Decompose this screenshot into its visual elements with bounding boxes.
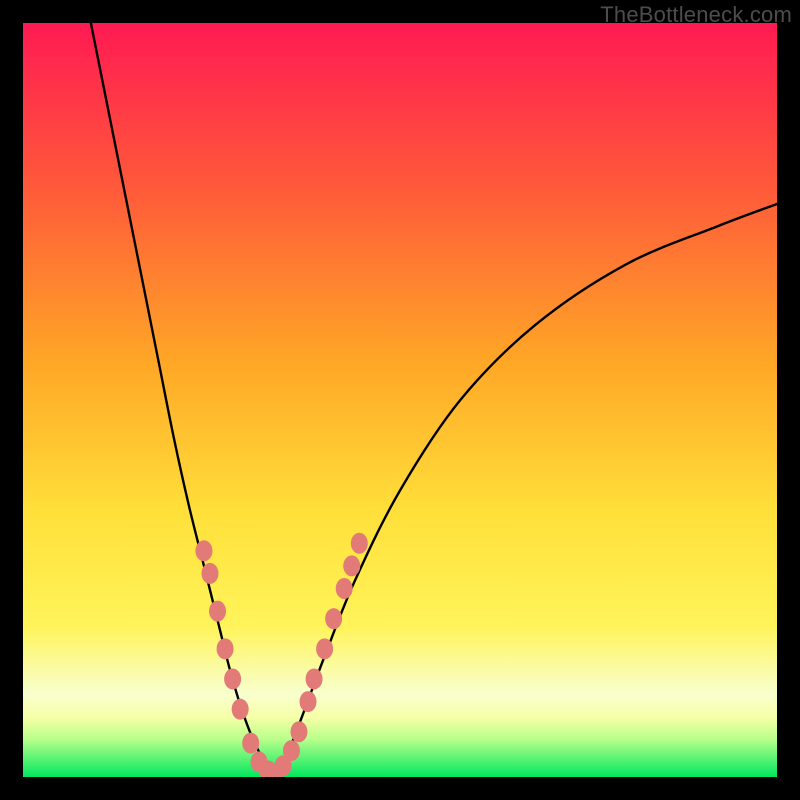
chart-svg bbox=[23, 23, 777, 777]
marker-point bbox=[209, 601, 226, 622]
marker-point bbox=[242, 733, 259, 754]
marker-point bbox=[316, 638, 333, 659]
marker-point bbox=[195, 540, 212, 561]
marker-point bbox=[351, 533, 368, 554]
marker-point bbox=[201, 563, 218, 584]
gradient-background bbox=[23, 23, 777, 777]
marker-point bbox=[306, 668, 323, 689]
marker-point bbox=[232, 699, 249, 720]
marker-point bbox=[283, 740, 300, 761]
chart-frame bbox=[23, 23, 777, 777]
watermark-text: TheBottleneck.com bbox=[600, 2, 792, 28]
marker-point bbox=[343, 555, 360, 576]
marker-point bbox=[290, 721, 307, 742]
marker-point bbox=[325, 608, 342, 629]
marker-point bbox=[224, 668, 241, 689]
marker-point bbox=[336, 578, 353, 599]
marker-point bbox=[300, 691, 317, 712]
marker-point bbox=[217, 638, 234, 659]
